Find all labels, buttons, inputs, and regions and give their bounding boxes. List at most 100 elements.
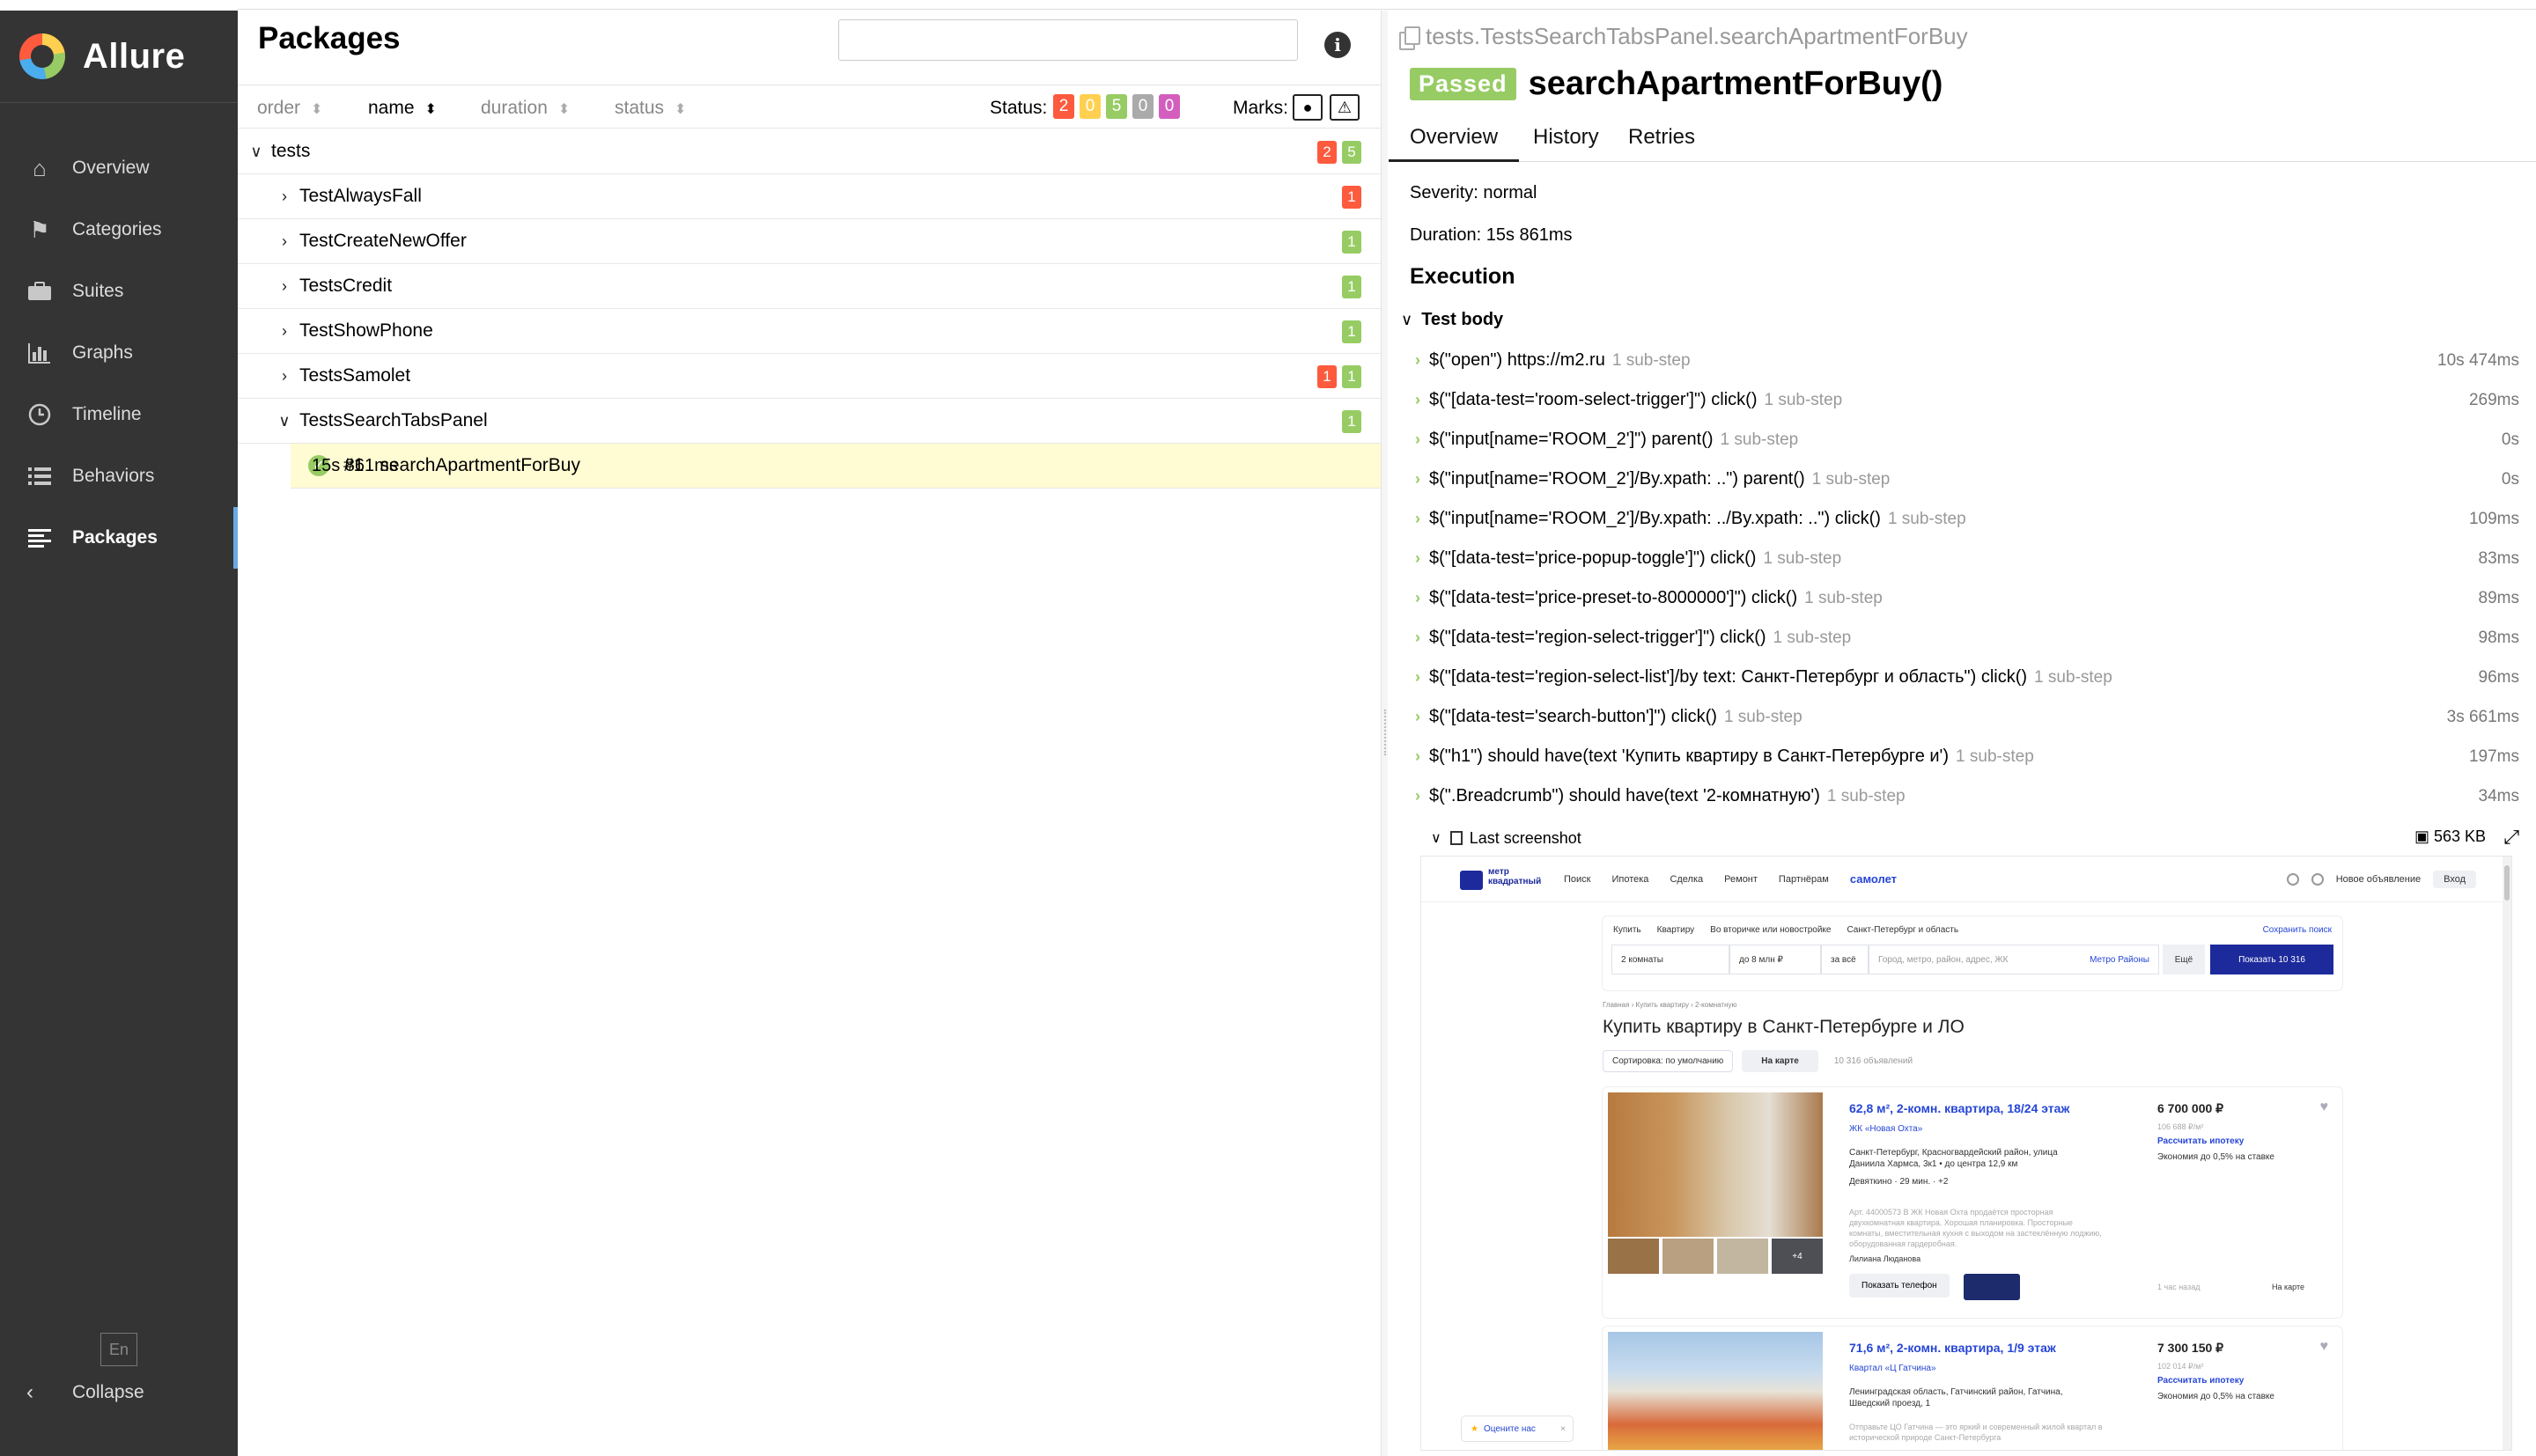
tree-node-label: tests	[271, 141, 311, 161]
city-placeholder: Город, метро, район, адрес, ЖК	[1878, 954, 2009, 965]
flaky-mark-toggle[interactable]: ●	[1293, 94, 1323, 121]
sidebar-item-graphs[interactable]: Graphs	[0, 322, 238, 384]
step-row[interactable]: › $("[data-test='search-button']") click(…	[1415, 697, 2519, 737]
sort-duration[interactable]: duration ⬍	[481, 98, 570, 119]
tree-node-testscredit[interactable]: › TestsCredit 1	[238, 264, 1381, 309]
sidebar-item-label: Overview	[72, 158, 150, 178]
sort-name[interactable]: name ⬍	[368, 98, 437, 119]
bomb-icon: ●	[1302, 98, 1313, 116]
step-text: $("h1") should have(text 'Купить квартир…	[1429, 746, 1950, 766]
tree-node-testshowphone[interactable]: › TestShowPhone 1	[238, 309, 1381, 354]
status-skipped-toggle[interactable]: 0	[1132, 94, 1154, 119]
expand-icon[interactable]: ⤢	[2503, 826, 2519, 849]
breadcrumb: tests.TestsSearchTabsPanel.searchApartme…	[1399, 23, 1968, 50]
sidebar-item-overview[interactable]: ⌂ Overview	[0, 137, 238, 199]
attachment-size: ▣ 563 KB	[2414, 827, 2486, 846]
sort-status[interactable]: status ⬍	[615, 98, 686, 119]
step-text: $("[data-test='room-select-trigger']") c…	[1429, 390, 1758, 409]
splitter-grip-icon[interactable]	[1384, 710, 1387, 755]
tree-node-testalwaysfall[interactable]: › TestAlwaysFall 1	[238, 174, 1381, 219]
step-text: $("[data-test='region-select-trigger']")…	[1429, 628, 1766, 647]
chevron-down-icon: ∨	[278, 411, 291, 430]
passed-count-badge: 1	[1342, 320, 1361, 343]
attachment-row[interactable]: ∨ Last screenshot ▣ 563 KB ⤢	[1431, 826, 2519, 850]
info-icon[interactable]: i	[1324, 32, 1351, 58]
city-input: Город, метро, район, адрес, ЖК Метро Райо…	[1869, 945, 2159, 974]
copy-icon[interactable]	[1399, 26, 1420, 50]
filter-market: Во вторичке или новостройке	[1710, 925, 1832, 935]
sort-icon: ⬍	[311, 102, 323, 117]
tree-node-label: TestsCredit	[299, 276, 393, 296]
step-substeps: 1 sub-step	[1723, 707, 1802, 726]
status-failed-toggle[interactable]: 2	[1053, 94, 1074, 119]
step-substeps: 1 sub-step	[1804, 588, 1883, 607]
chevron-right-icon: ›	[1415, 708, 1420, 725]
chevron-right-icon: ›	[1415, 470, 1420, 488]
listing-description: Отправьте ЦО Гатчина — это яркий и совре…	[1849, 1423, 2103, 1442]
step-row[interactable]: › $("[data-test='price-preset-to-8000000'…	[1415, 578, 2519, 618]
listing-description: Арт. 44000573 В ЖК Новая Охта продаётся …	[1849, 1208, 2102, 1248]
step-row[interactable]: › $("h1") should have(text 'Купить кварти…	[1415, 737, 2519, 776]
tree-node-testcreatenewoffer[interactable]: › TestCreateNewOffer 1	[238, 219, 1381, 264]
new-failed-mark-toggle[interactable]: ⚠	[1330, 94, 1360, 121]
step-substeps: 1 sub-step	[1773, 628, 1852, 647]
step-row[interactable]: › $("[data-test='region-select-trigger']"…	[1415, 618, 2519, 658]
site-nav-item: Ремонт	[1724, 874, 1758, 885]
collapse-button[interactable]: ‹ Collapse	[26, 1380, 144, 1405]
status-broken-toggle[interactable]: 0	[1080, 94, 1101, 119]
test-body-label: Test body	[1421, 310, 1504, 329]
step-row[interactable]: › $(".Breadcrumb") should have(text '2-ко…	[1415, 776, 2519, 816]
step-row[interactable]: › $("input[name='ROOM_2']") parent() 1 sub…	[1415, 420, 2519, 460]
step-row[interactable]: › $("[data-test='region-select-list']/by …	[1415, 658, 2519, 697]
search-input[interactable]	[838, 19, 1298, 61]
app-logo[interactable]: Allure	[19, 33, 185, 79]
listing-metro: Девяткино · 29 мин. · +2	[1849, 1177, 1949, 1187]
listing-price: 7 300 150 ₽	[2157, 1341, 2224, 1355]
language-switch[interactable]: En	[100, 1333, 137, 1366]
status-passed-toggle[interactable]: 5	[1106, 94, 1127, 119]
step-text: $("[data-test='price-popup-toggle']") cl…	[1429, 548, 1757, 568]
test-title-row: Passed searchApartmentForBuy()	[1410, 65, 1943, 103]
bar-chart-icon	[25, 340, 55, 366]
test-body-toggle[interactable]: ∨ Test body	[1401, 310, 1503, 330]
sidebar-item-behaviors[interactable]: Behaviors	[0, 445, 238, 507]
step-row[interactable]: › $("open") https://m2.ru 1 sub-step 10s 47…	[1415, 341, 2519, 380]
tree-node-label: TestCreateNewOffer	[299, 231, 467, 251]
step-row[interactable]: › $("[data-test='price-popup-toggle']") c…	[1415, 539, 2519, 578]
sidebar-item-packages[interactable]: Packages	[0, 507, 238, 569]
tab-history[interactable]: History	[1512, 125, 1620, 162]
step-row[interactable]: › $("[data-test='room-select-trigger']") …	[1415, 380, 2519, 420]
listing-time: 1 час назад	[2157, 1283, 2201, 1291]
test-result-pane: tests.TestsSearchTabsPanel.searchApartme…	[1389, 11, 2536, 1456]
tab-retries[interactable]: Retries	[1607, 125, 1716, 162]
allure-logo-icon	[19, 33, 65, 79]
sort-order[interactable]: order ⬍	[257, 98, 322, 119]
site-nav-item: Ипотека	[1611, 874, 1649, 885]
briefcase-icon	[25, 278, 55, 305]
top-border	[238, 9, 2536, 10]
align-left-icon	[25, 525, 55, 551]
test-case-searchapartmentforbuy[interactable]: ✓ #1 searchApartmentForBuy 15s 861ms	[291, 444, 1381, 489]
sort-bar: order ⬍ name ⬍ duration ⬍ status ⬍ Status: 2…	[238, 85, 1381, 129]
listing-price: 6 700 000 ₽	[2157, 1101, 2224, 1115]
step-row[interactable]: › $("input[name='ROOM_2']/By.xpath: ../By…	[1415, 499, 2519, 539]
chevron-right-icon: ›	[1415, 430, 1420, 448]
step-row[interactable]: › $("input[name='ROOM_2']/By.xpath: ..") …	[1415, 460, 2519, 499]
sidebar-item-suites[interactable]: Suites	[0, 261, 238, 322]
filter-top: Купить Квартиру Во вторичке или новостро…	[1613, 925, 1958, 935]
sidebar-item-timeline[interactable]: Timeline	[0, 384, 238, 445]
tree-node-tests[interactable]: ∨ tests 2 5	[238, 129, 1381, 174]
chevron-right-icon: ›	[1415, 747, 1420, 765]
app-name: Allure	[83, 36, 186, 76]
status-unknown-toggle[interactable]: 0	[1159, 94, 1180, 119]
test-name: searchApartmentForBuy()	[1528, 65, 1943, 102]
site-logo-icon	[1460, 871, 1483, 890]
step-text: $(".Breadcrumb") should have(text '2-ком…	[1429, 786, 1820, 805]
tab-overview[interactable]: Overview	[1389, 125, 1520, 162]
sidebar-item-categories[interactable]: ⚑ Categories	[0, 199, 238, 261]
status-badge: Passed	[1410, 68, 1516, 100]
step-duration: 98ms	[2478, 629, 2519, 647]
tree-node-testssearchtabspanel[interactable]: ∨ TestsSearchTabsPanel 1	[238, 399, 1381, 444]
tree-node-testssamolet[interactable]: › TestsSamolet 1 1	[238, 354, 1381, 399]
favorite-heart-icon: ♥	[2319, 1099, 2329, 1114]
